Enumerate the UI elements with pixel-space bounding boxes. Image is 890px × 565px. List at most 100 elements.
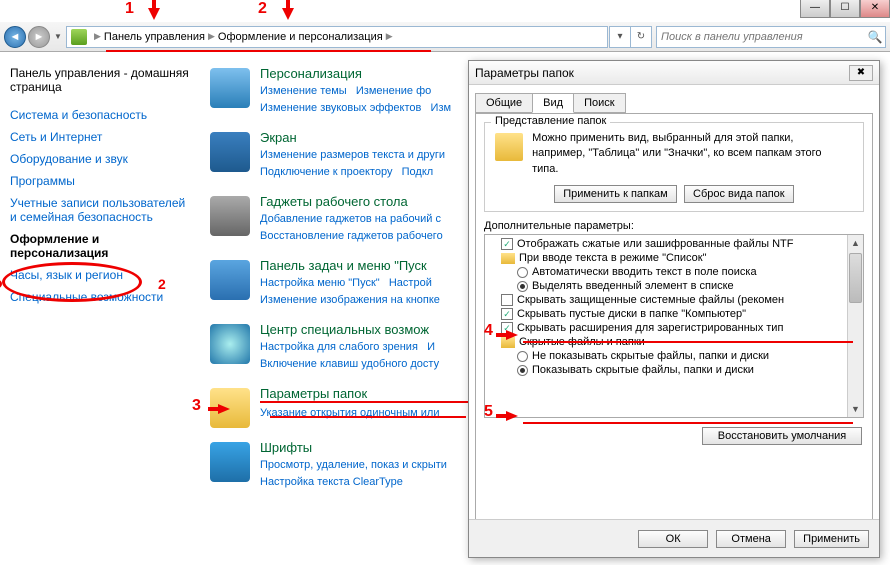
tree-item[interactable]: ✓ Скрывать пустые диски в папке "Компьюте… <box>487 307 861 321</box>
tree-item[interactable]: Выделять введенный элемент в списке <box>487 279 861 293</box>
breadcrumb-item-appearance[interactable]: Оформление и персонализация <box>218 31 383 43</box>
section-personalization-title[interactable]: Персонализация <box>260 66 490 81</box>
section-folder-options-links[interactable]: Указание открытия одиночным или <box>260 405 490 422</box>
tree-scrollbar[interactable]: ▲ ▼ <box>847 235 863 417</box>
window-max-button[interactable]: ☐ <box>830 0 860 18</box>
annotation-number-2-top: 2 <box>258 0 267 18</box>
address-bar: ◄ ► ▼ ▶ Панель управления ▶ Оформление и… <box>0 22 890 52</box>
chevron-right-icon[interactable]: ▶ <box>208 31 215 42</box>
section-folder-options-title[interactable]: Параметры папок <box>260 386 490 403</box>
folder-icon <box>495 133 523 161</box>
section-taskbar-links[interactable]: Настройка меню "Пуск" Настрой Изменение … <box>260 275 490 308</box>
sidebar-item-hardware[interactable]: Оборудование и звук <box>10 152 190 166</box>
sidebar-item-appearance[interactable]: Оформление и персонализация <box>10 232 190 260</box>
checkbox-icon[interactable] <box>501 294 513 306</box>
tab-search[interactable]: Поиск <box>573 93 625 113</box>
apply-to-folders-button[interactable]: Применить к папкам <box>554 185 677 203</box>
radio-icon[interactable] <box>517 365 528 376</box>
main-content: Персонализация Изменение темы Изменение … <box>210 66 490 504</box>
section-gadgets-links[interactable]: Добавление гаджетов на рабочий сВосстано… <box>260 211 490 244</box>
tree-item[interactable]: Не показывать скрытые файлы, папки и дис… <box>487 349 861 363</box>
sidebar-item-users[interactable]: Учетные записи пользователей и семейная … <box>10 196 190 224</box>
annotation-arrow-1 <box>148 8 160 20</box>
tree-item-label: Скрывать защищенные системные файлы (рек… <box>517 294 784 306</box>
breadcrumb-item-control-panel[interactable]: Панель управления <box>104 31 205 43</box>
folder-views-group: Представление папок Можно применить вид,… <box>484 122 864 212</box>
section-gadgets-title[interactable]: Гаджеты рабочего стола <box>260 194 490 209</box>
chevron-right-icon[interactable]: ▶ <box>386 31 393 42</box>
scroll-down-icon[interactable]: ▼ <box>848 401 863 417</box>
sidebar-item-access[interactable]: Специальные возможности <box>10 290 190 304</box>
section-personalization-links[interactable]: Изменение темы Изменение фо Изменение зв… <box>260 83 490 116</box>
section-accessibility-links[interactable]: Настройка для слабого зрения И Включение… <box>260 339 490 372</box>
tree-item-label: Выделять введенный элемент в списке <box>532 280 734 292</box>
window-min-button[interactable]: — <box>800 0 830 18</box>
section-display-title[interactable]: Экран <box>260 130 490 145</box>
radio-icon[interactable] <box>517 267 528 278</box>
tree-item[interactable]: Скрывать защищенные системные файлы (рек… <box>487 293 861 307</box>
tree-item-label: Скрывать пустые диски в папке "Компьютер… <box>517 308 746 320</box>
cancel-button[interactable]: Отмена <box>716 530 786 548</box>
tree-item[interactable]: Показывать скрытые файлы, папки и диски <box>487 363 861 377</box>
window-close-button[interactable]: ✕ <box>860 0 890 18</box>
chevron-right-icon[interactable]: ▶ <box>94 31 101 42</box>
nav-history-dropdown[interactable]: ▼ <box>52 27 64 47</box>
sidebar-item-network[interactable]: Сеть и Интернет <box>10 130 190 144</box>
ok-button[interactable]: ОК <box>638 530 708 548</box>
section-display-links[interactable]: Изменение размеров текста и други Подклю… <box>260 147 490 180</box>
section-fonts-links[interactable]: Просмотр, удаление, показ и скрытиНастро… <box>260 457 490 490</box>
annotation-number-3: 3 <box>192 397 201 415</box>
annotation-arrow-3 <box>218 404 230 414</box>
checkbox-icon[interactable]: ✓ <box>501 238 513 250</box>
sidebar-item-system[interactable]: Система и безопасность <box>10 108 190 122</box>
breadcrumb[interactable]: ▶ Панель управления ▶ Оформление и персо… <box>66 26 608 48</box>
nav-back-button[interactable]: ◄ <box>4 26 26 48</box>
reset-folders-button[interactable]: Сброс вида папок <box>684 185 794 203</box>
annotation-arrow-4 <box>506 330 518 340</box>
section-fonts-title[interactable]: Шрифты <box>260 440 490 455</box>
radio-icon[interactable] <box>517 351 528 362</box>
annotation-underline-3 <box>270 416 466 418</box>
sidebar-item-clock[interactable]: Часы, язык и регион <box>10 268 190 282</box>
sidebar-home-link[interactable]: Панель управления - домашняя страница <box>10 66 190 94</box>
folder-icon <box>501 253 515 264</box>
search-input[interactable] <box>657 31 865 43</box>
tree-item-label: Отображать сжатые или зашифрованные файл… <box>517 238 793 250</box>
nav-forward-button[interactable]: ► <box>28 26 50 48</box>
search-icon[interactable]: 🔍 <box>865 30 885 44</box>
tree-item[interactable]: ✓ Отображать сжатые или зашифрованные фай… <box>487 237 861 251</box>
apply-button[interactable]: Применить <box>794 530 869 548</box>
checkbox-icon[interactable]: ✓ <box>501 308 513 320</box>
tree-item-label: При вводе текста в режиме "Список" <box>519 252 706 264</box>
scroll-up-icon[interactable]: ▲ <box>848 235 863 251</box>
tree-item[interactable]: Автоматически вводить текст в поле поиск… <box>487 265 861 279</box>
tree-item-label: Показывать скрытые файлы, папки и диски <box>532 364 754 376</box>
folder-options-dialog: Параметры папок ✖ Общие Вид Поиск Предст… <box>468 60 880 558</box>
control-panel-icon <box>71 29 87 45</box>
personalization-icon <box>210 68 250 108</box>
addr-refresh-button[interactable]: ↻ <box>630 26 652 48</box>
tab-panel-view: Представление папок Можно применить вид,… <box>475 113 873 529</box>
sidebar-item-programs[interactable]: Программы <box>10 174 190 188</box>
annotation-underline-4 <box>523 341 853 343</box>
advanced-settings-tree[interactable]: ✓ Отображать сжатые или зашифрованные фай… <box>484 234 864 418</box>
tree-item[interactable]: ✓Скрывать расширения для зарегистрирован… <box>487 321 861 335</box>
tab-view[interactable]: Вид <box>532 93 574 113</box>
annotation-bullet <box>0 280 2 288</box>
section-accessibility-title[interactable]: Центр специальных возмож <box>260 322 490 337</box>
section-taskbar-title[interactable]: Панель задач и меню "Пуск <box>260 258 490 273</box>
search-box[interactable]: 🔍 <box>656 26 886 48</box>
folder-views-text: Можно применить вид, выбранный для этой … <box>532 131 832 177</box>
radio-icon[interactable] <box>517 281 528 292</box>
gadgets-icon <box>210 196 250 236</box>
tree-item[interactable]: При вводе текста в режиме "Список" <box>487 251 861 265</box>
tree-item-label: Скрывать расширения для зарегистрированн… <box>517 322 783 334</box>
annotation-arrow-2 <box>282 8 294 20</box>
restore-defaults-button[interactable]: Восстановить умолчания <box>702 427 862 445</box>
dialog-close-button[interactable]: ✖ <box>849 65 873 81</box>
tab-general[interactable]: Общие <box>475 93 533 113</box>
annotation-number-1: 1 <box>125 0 134 18</box>
sidebar: Панель управления - домашняя страница Си… <box>10 66 190 312</box>
addr-dropdown-button[interactable]: ▾ <box>609 26 631 48</box>
scroll-thumb[interactable] <box>849 253 862 303</box>
